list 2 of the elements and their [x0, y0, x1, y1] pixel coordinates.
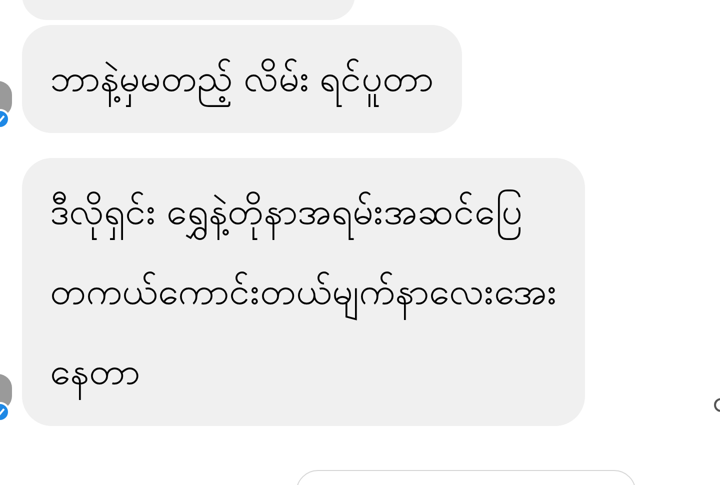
message-text: ဒီလိုရှင်း ရွှေနဲ့တိုနာအရမ်းအဆင်ပြေ တကယ်ကောင်းတယ်မျက်နာလေးအေး နေတာ [50, 172, 557, 412]
message-text: ဘာနဲ့မှမတည့် လိမ်း ရင်ပူတာ [50, 39, 434, 119]
